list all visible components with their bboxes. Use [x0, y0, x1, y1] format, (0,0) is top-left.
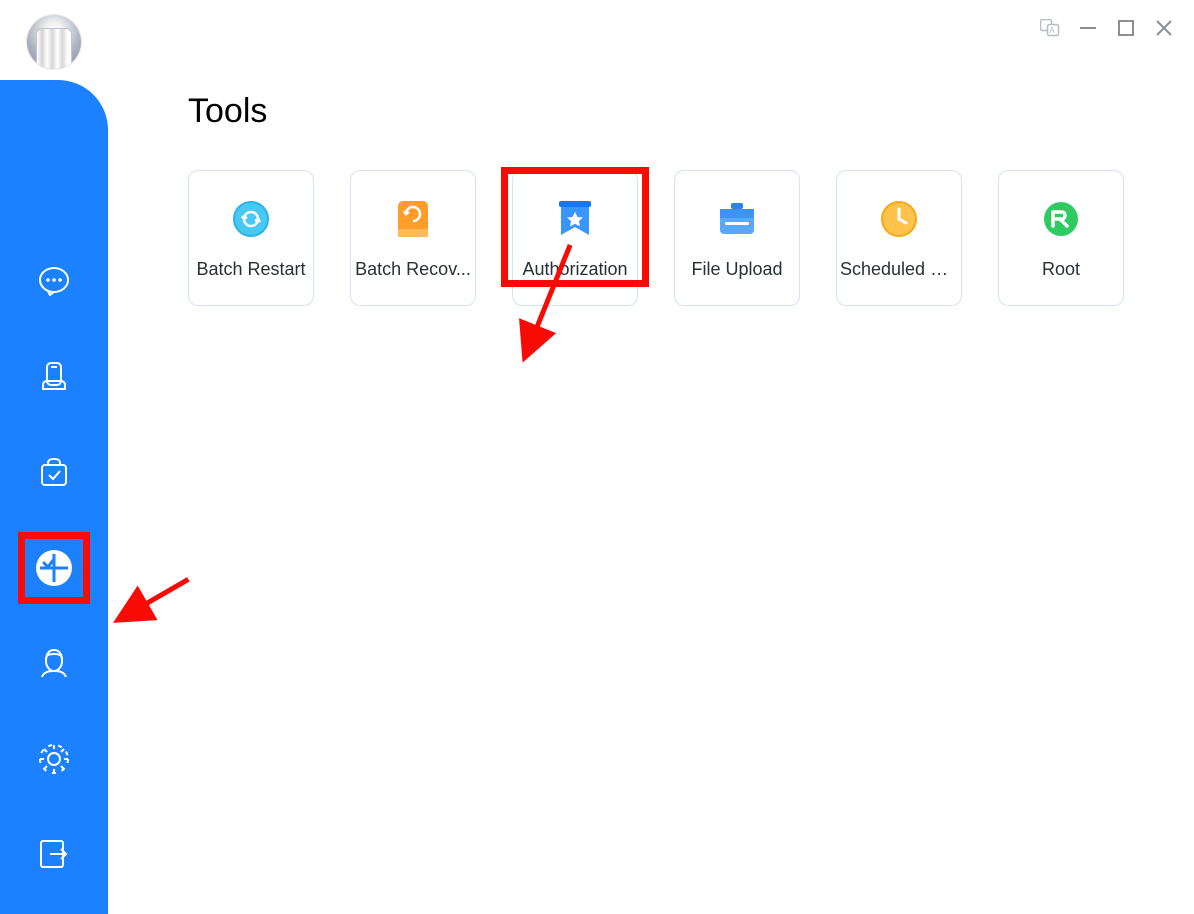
tool-authorization[interactable]: Authorization [512, 170, 638, 306]
close-button[interactable] [1154, 18, 1174, 38]
user-icon [36, 645, 72, 681]
sidebar-item-settings[interactable] [24, 729, 84, 788]
page-title: Tools [188, 92, 1164, 131]
tool-label: Scheduled R... [840, 259, 958, 280]
sidebar-item-apps[interactable] [24, 443, 84, 502]
sidebar-item-chat[interactable] [24, 252, 84, 311]
tool-file-upload[interactable]: File Upload [674, 170, 800, 306]
recovery-icon [393, 199, 433, 239]
tool-root[interactable]: Root [998, 170, 1124, 306]
tool-batch-restart[interactable]: Batch Restart [188, 170, 314, 306]
window-controls: A [1040, 18, 1174, 38]
logout-icon [36, 836, 72, 872]
gear-icon [36, 741, 72, 777]
sidebar-item-tools[interactable] [24, 538, 84, 597]
tools-grid-icon [34, 548, 74, 588]
minimize-button[interactable] [1078, 18, 1098, 38]
restart-icon [231, 199, 271, 239]
avatar[interactable] [27, 15, 81, 69]
tool-scheduled-restart[interactable]: Scheduled R... [836, 170, 962, 306]
bag-icon [36, 455, 72, 491]
device-icon [36, 359, 72, 395]
bookmark-star-icon [555, 199, 595, 239]
upload-icon [717, 199, 757, 239]
sidebar-item-logout[interactable] [24, 825, 84, 884]
sidebar-item-devices[interactable] [24, 347, 84, 406]
svg-text:A: A [1049, 26, 1055, 35]
tool-label: Root [1002, 259, 1120, 280]
tool-label: Batch Restart [192, 259, 310, 280]
schedule-icon [879, 199, 919, 239]
chat-icon [36, 264, 72, 300]
maximize-button[interactable] [1116, 18, 1136, 38]
tool-label: Batch Recov... [354, 259, 472, 280]
tool-grid: Batch Restart Batch Recov... [188, 170, 1164, 306]
avatar-image [36, 28, 72, 69]
main-content: Tools Batch Restart [108, 80, 1194, 914]
tool-label: File Upload [678, 259, 796, 280]
tool-batch-recovery[interactable]: Batch Recov... [350, 170, 476, 306]
language-icon[interactable]: A [1040, 18, 1060, 38]
root-icon [1041, 199, 1081, 239]
sidebar-item-profile[interactable] [24, 634, 84, 693]
sidebar [0, 80, 108, 914]
